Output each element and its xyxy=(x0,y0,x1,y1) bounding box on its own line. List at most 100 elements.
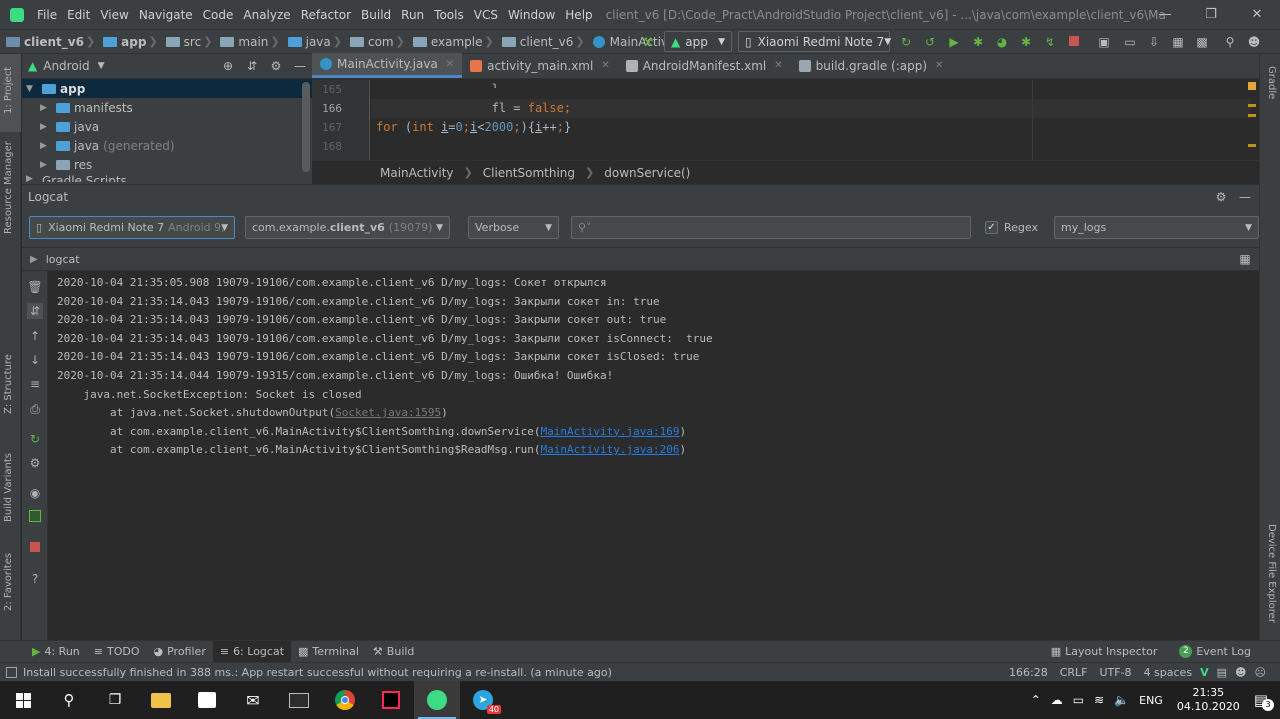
gear-icon[interactable]: ⚙ xyxy=(27,455,43,471)
menu-build[interactable]: Build xyxy=(356,8,396,22)
battery-icon[interactable]: ▭ xyxy=(1073,693,1084,707)
tool-tab-todo[interactable]: ≡ TODO xyxy=(87,641,147,663)
tool-tab-favorites[interactable]: 2: Favorites xyxy=(3,553,14,611)
menu-analyze[interactable]: Analyze xyxy=(238,8,295,22)
project-scrollbar[interactable] xyxy=(302,82,310,172)
collapse-icon[interactable]: ⇵ xyxy=(244,58,260,74)
breadcrumb-item[interactable]: java xyxy=(306,35,331,49)
tool-tab-run[interactable]: ▶ 4: Run xyxy=(25,641,87,663)
hide-icon[interactable]: — xyxy=(1237,189,1253,205)
avd-manager-icon[interactable]: ▭ xyxy=(1122,34,1138,50)
tool-tab-structure[interactable]: Z: Structure xyxy=(3,354,14,414)
taskbar-explorer[interactable] xyxy=(138,681,184,719)
camera-icon[interactable]: ◉ xyxy=(27,485,43,501)
tool-tab-terminal[interactable]: ▩ Terminal xyxy=(291,641,366,663)
clock[interactable]: 21:35 04.10.2020 xyxy=(1177,686,1240,714)
toggle-tool-windows-icon[interactable] xyxy=(6,666,17,678)
menu-navigate[interactable]: Navigate xyxy=(134,8,198,22)
layout-options-icon[interactable]: ▦ xyxy=(1237,251,1253,267)
restart-icon[interactable]: ↻ xyxy=(27,431,43,447)
menu-code[interactable]: Code xyxy=(198,8,239,22)
stop-icon[interactable] xyxy=(27,540,43,556)
menu-window[interactable]: Window xyxy=(503,8,560,22)
sync-project-icon[interactable]: ▣ xyxy=(1096,34,1112,50)
file-encoding[interactable]: UTF-8 xyxy=(1099,666,1131,679)
print-icon[interactable]: ⎙ xyxy=(27,401,43,417)
search-button[interactable]: ⚲ xyxy=(46,681,92,719)
stack-link[interactable]: Socket.java:1595 xyxy=(335,406,441,419)
process-select[interactable]: com.example. client_v6 (19079) ▼ xyxy=(245,216,450,239)
screen-record-icon[interactable] xyxy=(27,510,43,526)
breadcrumb-item[interactable]: src xyxy=(184,35,202,49)
tree-item-manifests[interactable]: ▶ manifests xyxy=(22,98,312,117)
tree-item-app[interactable]: ▼ app xyxy=(22,79,312,98)
stop-icon[interactable] xyxy=(1066,34,1082,50)
soft-wrap-icon[interactable]: ⇵ xyxy=(27,303,43,319)
task-view-button[interactable]: ❐ xyxy=(92,681,138,719)
search-icon[interactable]: ⚲ xyxy=(1222,34,1238,50)
menu-file[interactable]: File xyxy=(32,8,62,22)
tool-tab-logcat[interactable]: ≡ 6: Logcat xyxy=(212,640,292,663)
apply-changes-icon[interactable]: ↻ xyxy=(898,34,914,50)
log-search-input[interactable]: ⚲˅ xyxy=(571,216,971,239)
tool-tab-build[interactable]: ⚒ Build xyxy=(366,641,422,663)
taskbar-store[interactable] xyxy=(184,681,230,719)
log-level-select[interactable]: Verbose ▼ xyxy=(468,216,559,239)
apply-code-changes-icon[interactable]: ↺ xyxy=(922,34,938,50)
breadcrumb-item[interactable]: ClientSomthing xyxy=(483,166,575,180)
tool-tab-layout-inspector[interactable]: ▦ Layout Inspector xyxy=(1044,641,1165,663)
close-icon[interactable]: ✕ xyxy=(774,60,782,71)
debug-icon[interactable]: ✱ xyxy=(970,34,986,50)
windows-start-button[interactable] xyxy=(0,681,46,719)
line-separator[interactable]: CRLF xyxy=(1060,666,1088,679)
breadcrumb-item[interactable]: client_v6 xyxy=(520,35,574,49)
inspection-face-icon[interactable]: ☻ xyxy=(1235,666,1246,679)
tool-tab-resource-manager[interactable]: Resource Manager xyxy=(3,141,14,234)
breadcrumb-item[interactable]: app xyxy=(121,35,146,49)
menu-refactor[interactable]: Refactor xyxy=(296,8,356,22)
project-view-select[interactable]: Android xyxy=(43,59,89,73)
tab-androidmanifest-xml[interactable]: AndroidManifest.xml ✕ xyxy=(618,53,791,78)
tree-item-java-generated[interactable]: ▶ java (generated) xyxy=(22,136,312,155)
taskbar-terminal[interactable] xyxy=(276,681,322,719)
chevron-down-icon[interactable]: ▼ xyxy=(98,61,105,71)
device-select[interactable]: ▯ Xiaomi Redmi Note 7 ▼ xyxy=(738,31,891,52)
vcs-icon[interactable]: V xyxy=(1200,666,1209,679)
tool-tab-event-log[interactable]: 2 Event Log xyxy=(1172,641,1258,663)
tool-tab-build-variants[interactable]: Build Variants xyxy=(3,453,14,522)
memory-indicator-icon[interactable]: ▤ xyxy=(1217,666,1227,679)
wifi-icon[interactable]: ≋ xyxy=(1094,693,1104,707)
cloud-icon[interactable]: ☁ xyxy=(1051,693,1063,707)
tab-mainactivity-java[interactable]: MainActivity.java ✕ xyxy=(312,53,463,78)
caret-position[interactable]: 166:28 xyxy=(1009,666,1048,679)
taskbar-mail[interactable]: ✉ xyxy=(230,681,276,719)
hide-icon[interactable]: — xyxy=(292,58,308,74)
run-icon[interactable]: ▶ xyxy=(946,34,962,50)
breadcrumb-item[interactable]: main xyxy=(238,35,268,49)
tool-tab-project[interactable]: 1: Project xyxy=(3,67,14,114)
arrow-up-icon[interactable]: ↑ xyxy=(27,328,43,344)
minimize-button[interactable]: — xyxy=(1142,0,1188,29)
tab-activity-main-xml[interactable]: activity_main.xml ✕ xyxy=(462,53,618,78)
profile-icon[interactable]: ◕ xyxy=(994,34,1010,50)
stack-link[interactable]: MainActivity.java:206 xyxy=(540,443,679,456)
arrow-down-icon[interactable]: ↓ xyxy=(27,352,43,368)
log-output[interactable]: 2020-10-04 21:35:05.908 19079-19106/com.… xyxy=(57,274,1247,460)
tree-item-res[interactable]: ▶ res xyxy=(22,155,312,174)
indent-setting[interactable]: 4 spaces xyxy=(1144,666,1193,679)
tool-tab-profiler[interactable]: ◕ Profiler xyxy=(147,641,213,663)
warning-indicator-icon[interactable] xyxy=(1248,82,1256,90)
close-icon[interactable]: ✕ xyxy=(935,60,943,71)
project-structure-icon[interactable]: ▩ xyxy=(1194,34,1210,50)
maximize-button[interactable]: ❐ xyxy=(1188,0,1234,29)
taskbar-android-studio[interactable] xyxy=(414,681,460,719)
tree-item-gradle-scripts[interactable]: ▶ Gradle Scripts xyxy=(22,174,312,182)
filter-config-select[interactable]: my_logs ▼ xyxy=(1053,216,1259,239)
breadcrumb-item[interactable]: com xyxy=(368,35,394,49)
language-indicator[interactable]: ENG xyxy=(1139,694,1163,707)
close-icon[interactable]: ✕ xyxy=(601,60,609,71)
tool-tab-device-file-explorer[interactable]: Device File Explorer xyxy=(1266,524,1277,623)
close-window-button[interactable]: ✕ xyxy=(1234,0,1280,29)
notification-face-icon[interactable]: ☹ xyxy=(1254,666,1265,679)
taskbar-intellij[interactable] xyxy=(368,681,414,719)
